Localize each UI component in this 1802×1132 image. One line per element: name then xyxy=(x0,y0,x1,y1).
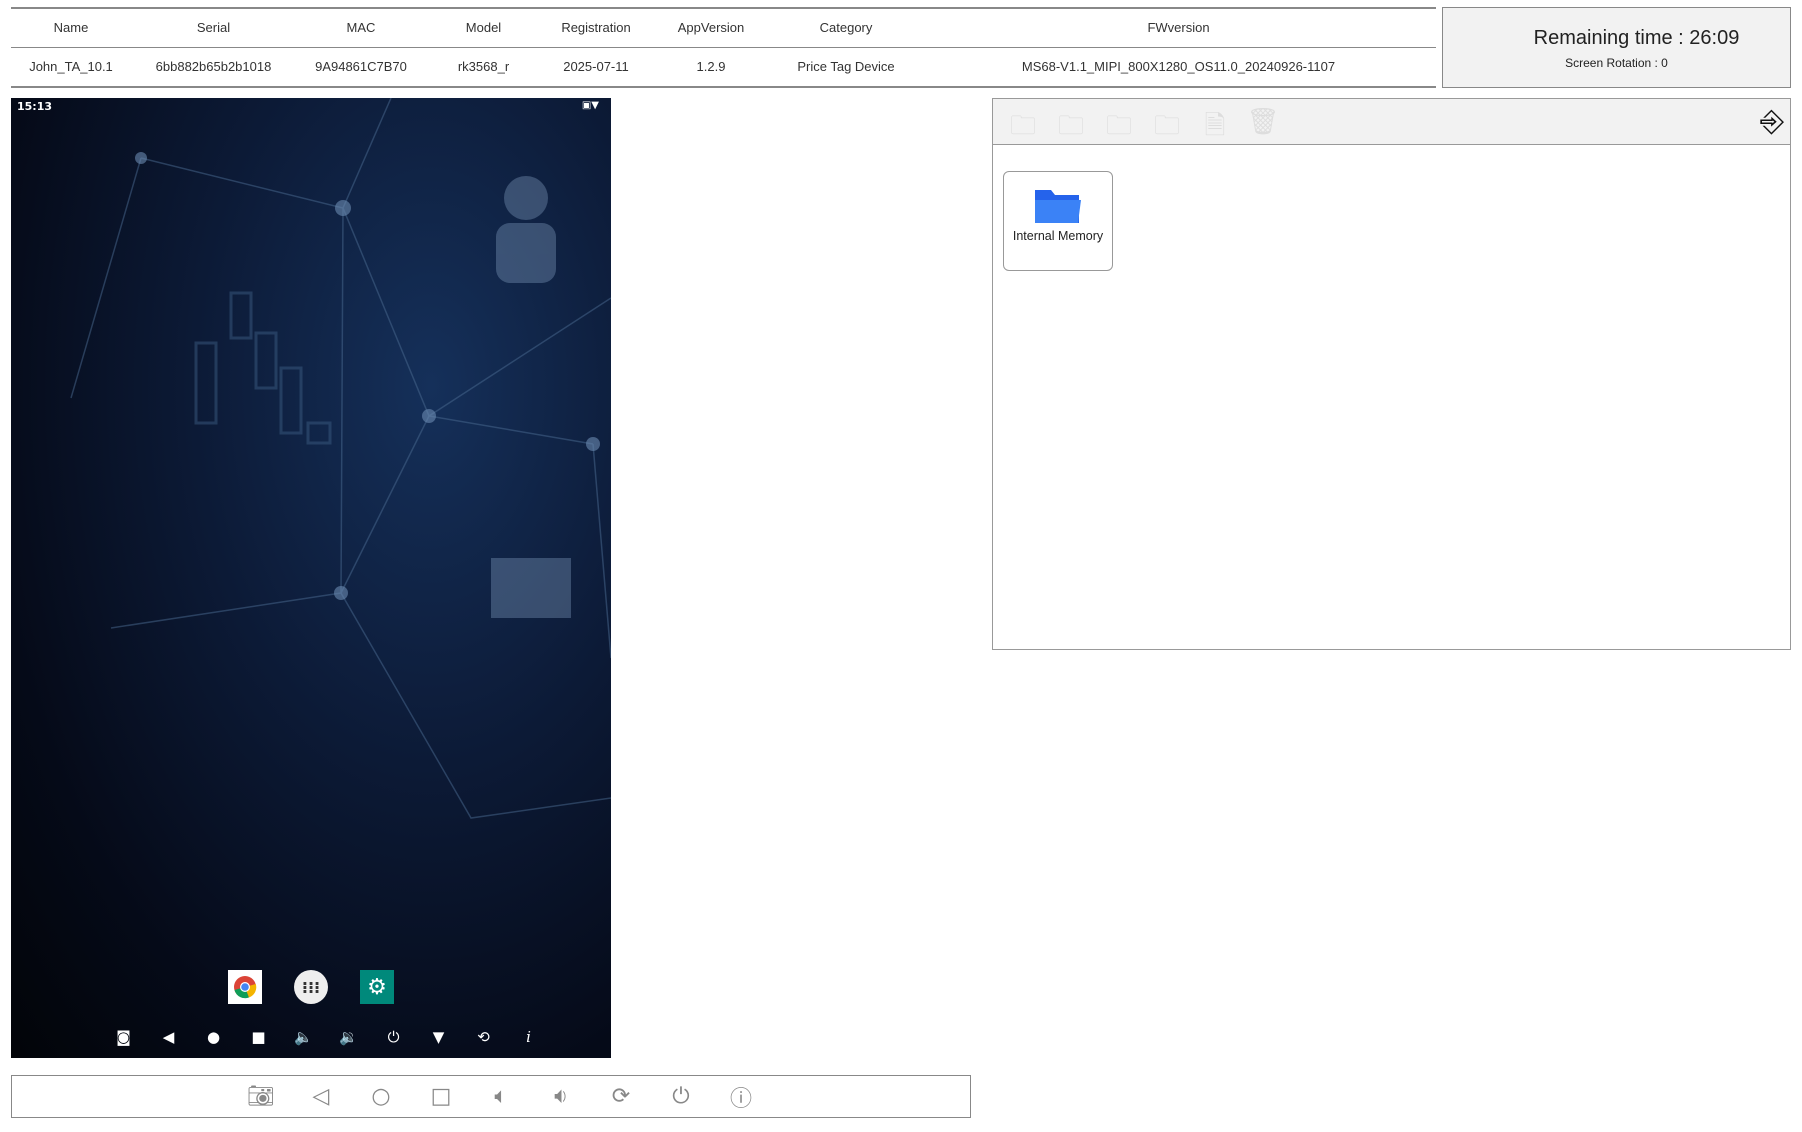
rename-icon[interactable]: 🗎 xyxy=(1197,107,1233,141)
device-info-table: Name Serial MAC Model Registration AppVe… xyxy=(11,7,1436,88)
table-header-row: Name Serial MAC Model Registration AppVe… xyxy=(11,8,1436,48)
internal-memory-folder[interactable]: Internal Memory xyxy=(1003,171,1113,271)
back-icon[interactable]: ◀ xyxy=(146,1028,191,1046)
cell-mac: 9A94861C7B70 xyxy=(315,59,407,75)
back-icon[interactable]: ◁ xyxy=(291,1084,351,1109)
volume-up-icon[interactable]: 🔉 xyxy=(326,1028,371,1046)
notification-icon[interactable]: ▼ xyxy=(416,1028,461,1046)
volume-up-icon[interactable]: 🔉︎ xyxy=(531,1084,591,1109)
col-appversion: AppVersion xyxy=(651,8,771,48)
folder-icon xyxy=(1035,190,1081,223)
folder-label: Internal Memory xyxy=(1012,229,1104,243)
table-row: John_TA_10.1 6bb882b65b2b1018 9A94861C7B… xyxy=(11,47,1436,87)
cell-serial: 6bb882b65b2b1018 xyxy=(155,59,272,75)
app-drawer-icon[interactable]: ⁝⁝⁝ xyxy=(294,970,328,1004)
chrome-app-icon[interactable] xyxy=(228,970,262,1004)
info-icon[interactable]: ⓘ xyxy=(711,1081,771,1113)
rotate-icon[interactable]: ⟲ xyxy=(461,1028,506,1046)
info-icon[interactable]: i xyxy=(506,1028,551,1046)
recents-icon[interactable]: □ xyxy=(411,1084,471,1109)
exit-icon[interactable]: ⎆ xyxy=(1760,104,1784,139)
remaining-time: Remaining time : 26:09 xyxy=(1533,27,1740,49)
col-serial: Serial xyxy=(131,8,296,48)
power-icon[interactable]: ⏻ xyxy=(651,1084,711,1109)
col-fwversion: FWversion xyxy=(921,8,1436,48)
cell-appversion: 1.2.9 xyxy=(696,59,726,75)
screen-rotation: Screen Rotation : 0 xyxy=(1565,56,1668,70)
device-control-bar: 📷︎ ◁ ○ □ 🔈︎ 🔉︎ ⟳ ⏻ ⓘ xyxy=(11,1075,971,1118)
new-folder-icon[interactable]: 🗀 xyxy=(1149,107,1185,141)
home-icon[interactable]: ● xyxy=(191,1028,236,1046)
file-manager: 🗀 🗀 🗀 🗀 🗎 🗑 ⎆ Internal Memory xyxy=(992,98,1791,650)
col-registration: Registration xyxy=(541,8,651,48)
recents-icon[interactable]: ■ xyxy=(236,1028,281,1046)
wallpaper xyxy=(70,98,611,819)
cell-model: rk3568_r xyxy=(457,59,510,75)
col-name: Name xyxy=(11,8,131,48)
cell-category: Price Tag Device xyxy=(797,59,895,75)
cell-name: John_TA_10.1 xyxy=(29,59,113,75)
volume-down-icon[interactable]: 🔈 xyxy=(281,1028,326,1046)
device-screen[interactable]: 15:13 ▣▼ ⁝⁝⁝ ⚙ ◙ ◀ ● ■ 🔈 🔉 ⏻ ▼ ⟲ i xyxy=(11,98,611,1058)
move-folder-icon[interactable]: 🗀 xyxy=(1005,107,1041,141)
session-timer-panel: Remaining time : 26:09 Screen Rotation :… xyxy=(1442,7,1791,88)
screenshot-icon[interactable]: 📷︎ xyxy=(231,1084,291,1109)
status-bar-wifi-icon: ▣▼ xyxy=(581,100,599,111)
download-folder-icon[interactable]: 🗀 xyxy=(1053,107,1089,141)
cell-registration: 2025-07-11 xyxy=(563,59,629,75)
rotate-icon[interactable]: ⟳ xyxy=(591,1084,651,1109)
delete-icon[interactable]: 🗑 xyxy=(1245,107,1281,137)
home-icon[interactable]: ○ xyxy=(351,1084,411,1109)
col-category: Category xyxy=(771,8,921,48)
file-toolbar: 🗀 🗀 🗀 🗀 🗎 🗑 ⎆ xyxy=(993,99,1790,145)
volume-down-icon[interactable]: 🔈︎ xyxy=(471,1084,531,1109)
col-mac: MAC xyxy=(296,8,426,48)
settings-app-icon[interactable]: ⚙ xyxy=(360,970,394,1004)
power-icon[interactable]: ⏻ xyxy=(371,1028,416,1046)
cell-fwversion: MS68-V1.1_MIPI_800X1280_OS11.0_20240926-… xyxy=(1021,59,1336,75)
upload-folder-icon[interactable]: 🗀 xyxy=(1101,107,1137,141)
status-bar-clock: 15:13 xyxy=(17,100,53,113)
camera-icon[interactable]: ◙ xyxy=(101,1028,146,1046)
col-model: Model xyxy=(426,8,541,48)
